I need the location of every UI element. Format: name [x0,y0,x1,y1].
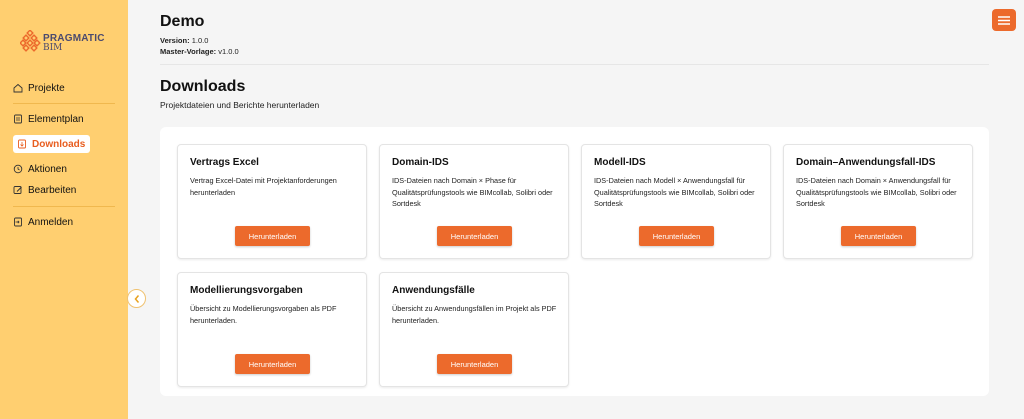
sidebar-divider [13,103,115,104]
project-title: Demo [160,13,205,30]
card-title: Vertrags Excel [190,157,259,168]
document-icon [14,114,22,124]
card-description: IDS-Dateien nach Domain × Anwendungsfall… [796,176,957,208]
header-divider [160,64,989,65]
download-button[interactable]: Herunterladen [437,226,512,246]
login-icon [14,217,22,227]
download-button[interactable]: Herunterladen [841,226,916,246]
sidebar-divider [13,206,115,207]
menu-button[interactable] [992,9,1016,31]
section-subtitle: Projektdateien und Berichte herunterlade… [160,100,320,110]
download-button[interactable]: Herunterladen [437,354,512,374]
download-button[interactable]: Herunterladen [235,354,310,374]
version-value: 1.0.0 [191,36,209,45]
master-template-label: Master-Vorlage: [160,47,217,56]
version-line: Version: 1.0.0 [160,36,208,45]
home-icon [13,83,23,93]
card-title: Modellierungsvorgaben [190,285,303,296]
sidebar-item-label: Bearbeiten [28,184,77,196]
chevron-left-icon [134,294,139,303]
logo-text-bim: BIM [43,43,63,53]
section-title: Downloads [160,78,246,95]
collapse-sidebar-button[interactable] [127,289,146,308]
edit-icon [13,186,22,194]
download-card: Domain–Anwendungsfall-IDS IDS-Dateien na… [783,144,973,259]
logo[interactable]: PRAGMATIC BIM [20,28,120,58]
sidebar-item-bearbeiten[interactable]: Bearbeiten [13,181,76,199]
master-template-line: Master-Vorlage: v1.0.0 [160,47,239,56]
download-icon [18,139,26,149]
hamburger-icon [998,15,1010,25]
download-button[interactable]: Herunterladen [639,226,714,246]
sidebar-item-downloads[interactable]: Downloads [13,135,91,153]
sidebar-item-elementplan[interactable]: Elementplan [13,110,84,128]
sidebar-item-anmelden[interactable]: Anmelden [13,213,73,231]
card-title: Domain–Anwendungsfall-IDS [796,157,936,168]
sidebar-item-label: Elementplan [28,113,84,125]
sidebar-item-label: Anmelden [28,216,74,228]
download-card: Vertrags Excel Vertrag Excel-Datei mit P… [177,144,367,259]
download-card: Modellierungsvorgaben Übersicht zu Model… [177,272,367,387]
card-description: Übersicht zu Modellierungsvorgaben als P… [190,304,337,325]
download-card: Modell-IDS IDS-Dateien nach Modell × Anw… [581,144,771,259]
download-button[interactable]: Herunterladen [235,226,310,246]
download-card: Domain-IDS IDS-Dateien nach Domain × Pha… [379,144,569,259]
master-template-value: v1.0.0 [218,47,239,56]
version-label: Version: [160,36,190,45]
sidebar-item-label: Aktionen [28,163,67,175]
sidebar: PRAGMATIC BIM Projekte Elementplan Downl… [0,0,128,419]
sidebar-item-label: Projekte [28,82,65,94]
sidebar-item-projekte[interactable]: Projekte [13,79,65,97]
action-icon [13,164,23,174]
card-title: Modell-IDS [594,157,646,168]
downloads-panel: Vertrags Excel Vertrag Excel-Datei mit P… [160,127,989,396]
sidebar-item-aktionen[interactable]: Aktionen [13,160,67,178]
card-description: IDS-Dateien nach Modell × Anwendungsfall… [594,176,755,208]
sidebar-item-label: Downloads [32,138,86,150]
card-description: Übersicht zu Anwendungsfällen im Projekt… [392,304,557,325]
card-title: Domain-IDS [392,157,449,168]
card-description: Vertrag Excel-Datei mit Projektanforderu… [190,176,337,197]
card-description: IDS-Dateien nach Domain × Phase für Qual… [392,176,553,208]
logo-diamond-icon [20,30,41,52]
download-card: Anwendungsfälle Übersicht zu Anwendungsf… [379,272,569,387]
card-title: Anwendungsfälle [392,285,475,296]
